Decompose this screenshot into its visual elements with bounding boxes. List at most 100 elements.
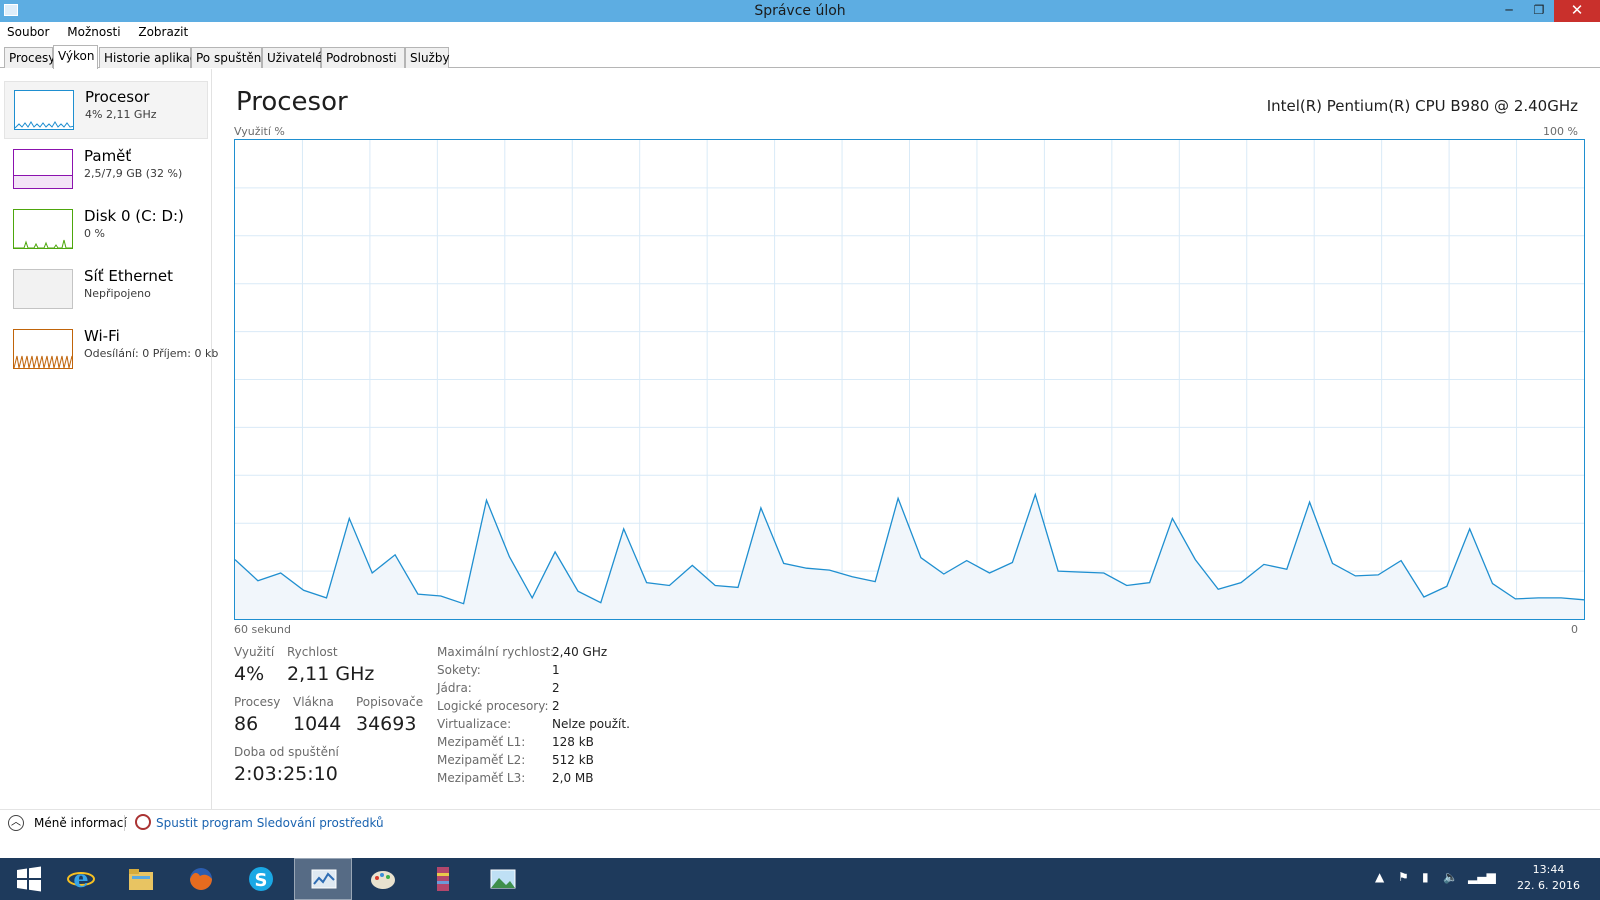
- sidebar-item-sub: Odesílání: 0 Příjem: 0 kb: [84, 347, 219, 360]
- tab-users[interactable]: Uživatelé: [262, 47, 323, 68]
- tab-services[interactable]: Služby: [405, 47, 450, 68]
- cpu-usage-graph: [234, 139, 1585, 620]
- sidebar-item-sub: Nepřipojeno: [84, 287, 151, 300]
- tab-performance[interactable]: Výkon: [53, 45, 98, 69]
- menu-options[interactable]: Možnosti: [60, 22, 127, 39]
- archive-icon: [437, 867, 449, 891]
- photo-viewer-icon: [490, 869, 516, 889]
- windows-logo-icon: [17, 866, 41, 892]
- footer-separator: [124, 815, 125, 831]
- firefox-icon: [190, 868, 212, 890]
- footer-bar: ︿ Méně informací Spustit program Sledová…: [0, 809, 1600, 836]
- internet-explorer-icon: e: [67, 865, 95, 893]
- taskbar-clock[interactable]: 13:44 22. 6. 2016: [1517, 862, 1580, 894]
- spec-value: 2,0 MB: [552, 771, 594, 785]
- spec-label: Logické procesory:: [437, 699, 549, 713]
- sidebar-item-disk[interactable]: Disk 0 (C: D:) 0 %: [4, 201, 208, 259]
- fewer-details-button[interactable]: Méně informací: [34, 816, 127, 830]
- threads-value: 1044: [293, 713, 342, 735]
- close-button[interactable]: ✕: [1554, 0, 1600, 22]
- sidebar-item-sub: 2,5/7,9 GB (32 %): [84, 167, 183, 180]
- cpu-thumbnail-graph: [14, 90, 74, 130]
- menu-view[interactable]: Zobrazit: [131, 22, 195, 39]
- taskbar-photo-viewer[interactable]: [474, 858, 532, 900]
- uptime-value: 2:03:25:10: [234, 763, 338, 785]
- clock-time: 13:44: [1532, 863, 1565, 876]
- task-manager-icon: [311, 869, 337, 889]
- minimize-button[interactable]: ─: [1494, 0, 1524, 22]
- wifi-thumbnail-graph: [13, 329, 73, 369]
- tab-strip: Procesy Výkon Historie aplikací Po spušt…: [0, 45, 1600, 69]
- restore-button[interactable]: ❐: [1524, 0, 1554, 22]
- speed-label: Rychlost: [287, 645, 338, 659]
- menu-file[interactable]: Soubor: [0, 22, 56, 39]
- tab-details[interactable]: Podrobnosti: [321, 47, 405, 68]
- svg-text:S: S: [255, 870, 268, 891]
- taskbar-skype[interactable]: S: [232, 858, 290, 900]
- spec-label: Mezipaměť L2:: [437, 753, 526, 767]
- memory-thumbnail-graph: [13, 149, 73, 189]
- window-title: Správce úloh: [754, 3, 846, 19]
- spec-value: 1: [552, 663, 560, 677]
- taskbar-winrar[interactable]: [414, 858, 472, 900]
- start-button[interactable]: [0, 858, 58, 900]
- disk-thumbnail-graph: [13, 209, 73, 249]
- title-bar: Správce úloh ─ ❐ ✕: [0, 0, 1600, 22]
- spec-value: 2,40 GHz: [552, 645, 608, 659]
- sidebar-item-wifi[interactable]: Wi-Fi Odesílání: 0 Příjem: 0 kb: [4, 321, 218, 379]
- volume-icon[interactable]: 🔈: [1443, 870, 1458, 884]
- taskbar-firefox[interactable]: [172, 858, 230, 900]
- page-title: Procesor: [236, 87, 348, 117]
- sidebar-item-ethernet[interactable]: Síť Ethernet Nepřipojeno: [4, 261, 208, 319]
- uptime-label: Doba od spuštění: [234, 745, 339, 759]
- processes-value: 86: [234, 713, 259, 735]
- tab-app-history[interactable]: Historie aplikací: [99, 47, 200, 68]
- speed-value: 2,11 GHz: [287, 663, 375, 685]
- taskbar-paint[interactable]: [354, 858, 412, 900]
- resource-sidebar: Procesor 4% 2,11 GHz Paměť 2,5/7,9 GB (3…: [0, 69, 218, 809]
- menu-bar: Soubor Možnosti Zobrazit: [0, 22, 1600, 42]
- open-resource-monitor-link[interactable]: Spustit program Sledování prostředků: [156, 816, 384, 830]
- handles-value: 34693: [356, 713, 417, 735]
- battery-icon[interactable]: ▮: [1422, 870, 1429, 884]
- graph-y-label: Využití %: [234, 125, 285, 138]
- chevron-up-icon[interactable]: ︿: [8, 815, 24, 831]
- clock-date: 22. 6. 2016: [1517, 879, 1580, 892]
- spec-label: Maximální rychlost:: [437, 645, 555, 659]
- sidebar-item-label: Disk 0 (C: D:): [84, 207, 184, 225]
- sidebar-item-cpu[interactable]: Procesor 4% 2,11 GHz: [4, 81, 208, 139]
- graph-y-max-label: 100 %: [1543, 125, 1578, 138]
- sidebar-item-memory[interactable]: Paměť 2,5/7,9 GB (32 %): [4, 141, 208, 199]
- spec-label: Virtualizace:: [437, 717, 512, 731]
- sidebar-item-sub: 4% 2,11 GHz: [85, 108, 157, 121]
- cpu-model-name: Intel(R) Pentium(R) CPU B980 @ 2.40GHz: [1266, 97, 1578, 115]
- tab-startup[interactable]: Po spuštění: [191, 47, 265, 68]
- network-signal-icon[interactable]: ▂▄▆: [1468, 870, 1496, 884]
- tab-processes[interactable]: Procesy: [4, 47, 55, 68]
- taskbar-internet-explorer[interactable]: e: [52, 858, 110, 900]
- skype-icon: S: [249, 867, 273, 891]
- spec-label: Jádra:: [437, 681, 472, 695]
- performance-panel: Procesor Intel(R) Pentium(R) CPU B980 @ …: [213, 69, 1600, 809]
- show-hidden-icons-chevron-icon[interactable]: ▲: [1375, 870, 1384, 884]
- resource-monitor-icon: [135, 814, 151, 830]
- taskbar: e S ▲ ⚑ ▮ 🔈 ▂▄▆ 13:44 22. 6. 2016: [0, 858, 1600, 900]
- processes-label: Procesy: [234, 695, 281, 709]
- graph-x-right-label: 0: [1571, 623, 1578, 636]
- taskbar-task-manager[interactable]: [294, 858, 352, 900]
- threads-label: Vlákna: [293, 695, 334, 709]
- svg-text:e: e: [73, 865, 88, 893]
- taskbar-file-explorer[interactable]: [112, 858, 170, 900]
- sidebar-item-label: Procesor: [85, 88, 150, 106]
- spec-value: 2: [552, 681, 560, 695]
- spec-value: 512 kB: [552, 753, 594, 767]
- action-center-flag-icon[interactable]: ⚑: [1398, 870, 1409, 884]
- spec-value: Nelze použít.: [552, 717, 630, 731]
- sidebar-item-sub: 0 %: [84, 227, 105, 240]
- spec-value: 128 kB: [552, 735, 594, 749]
- utilization-value: 4%: [234, 663, 265, 685]
- spec-label: Mezipaměť L1:: [437, 735, 526, 749]
- handles-label: Popisovače: [356, 695, 424, 709]
- sidebar-item-label: Wi-Fi: [84, 327, 120, 345]
- utilization-label: Využití: [234, 645, 275, 659]
